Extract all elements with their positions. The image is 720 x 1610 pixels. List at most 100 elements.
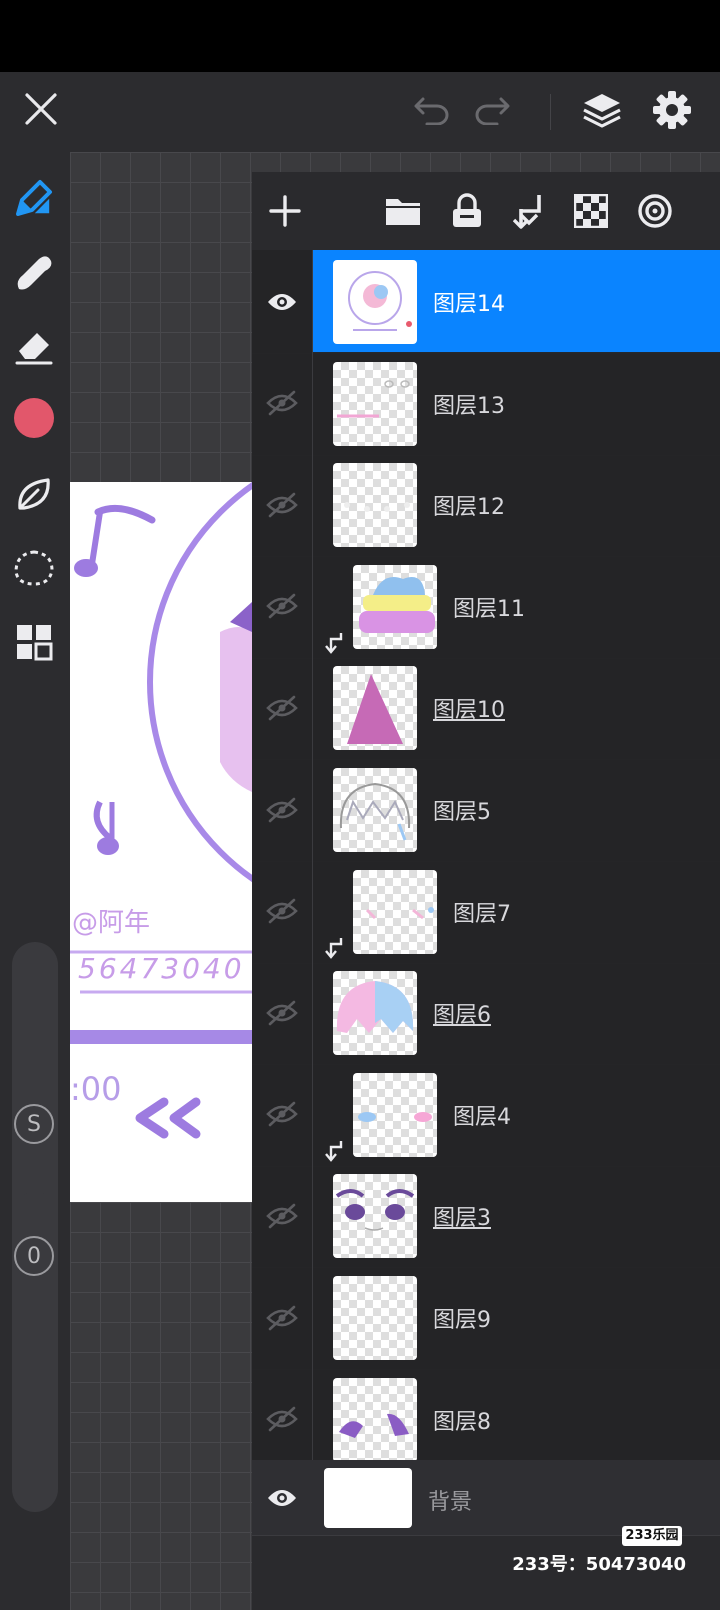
top-bar [0,72,720,152]
clipping-mask-arrow-icon [325,631,345,659]
layer-row-body[interactable]: 图层14 [313,250,720,353]
lasso-selection-icon[interactable] [8,542,60,594]
layer-row[interactable]: 图层10 [252,656,720,761]
settings-gear-icon[interactable] [648,86,696,134]
layer-name: 图层8 [433,1409,491,1435]
brush-opacity-label: 0 [14,1236,54,1276]
hidden-eye-icon[interactable] [252,453,313,557]
layer-thumbnail [353,1072,437,1157]
brush-icon[interactable] [8,172,60,224]
watermark-id-text: 233号：50473040 [512,1554,686,1575]
layer-row-body[interactable]: 图层11 [313,555,720,658]
hidden-eye-icon[interactable] [252,1266,313,1369]
layer-row-body[interactable]: 图层6 [313,961,720,1064]
background-layer-thumbnail [324,1468,412,1528]
layer-thumbnail [333,463,417,548]
layer-name: 图层7 [453,901,511,927]
layer-row-body[interactable]: 图层3 [313,1164,720,1267]
hidden-eye-icon[interactable] [252,859,313,963]
blend-mode-icon[interactable] [630,186,680,236]
layer-row[interactable]: 图层8 [252,1367,720,1472]
top-bar-divider [550,94,551,130]
layer-row-body[interactable]: 图层13 [313,352,720,455]
background-layer-row[interactable]: 背景 [252,1460,720,1536]
artwork-signature: @阿年 [72,908,151,938]
close-icon[interactable] [18,86,64,132]
undo-icon[interactable] [410,88,454,132]
layer-row[interactable]: 图层12 [252,453,720,558]
layer-thumbnail [333,768,417,852]
layer-name: 图层4 [453,1104,511,1130]
layer-row[interactable]: 图层11 [252,554,720,659]
artwork-time: :00 [70,1070,122,1108]
layer-name: 图层12 [433,495,505,521]
hidden-eye-icon[interactable] [252,351,313,455]
redo-icon[interactable] [470,88,514,132]
layer-thumbnail [333,260,417,344]
grid-icon[interactable] [8,616,60,668]
hidden-eye-icon[interactable] [252,758,313,861]
layer-row[interactable]: 图层7 [252,859,720,964]
add-layer-icon[interactable] [260,186,310,236]
layer-name: 图层5 [433,800,491,825]
hidden-eye-icon[interactable] [252,1062,313,1166]
layer-thumbnail [333,361,417,446]
layer-row-body[interactable]: 图层12 [313,453,720,556]
background-layer-name: 背景 [428,1490,473,1515]
layer-name: 图层11 [453,596,525,622]
left-toolbar: S 0 [0,152,70,1610]
layer-row[interactable]: 图层4 [252,1062,720,1167]
layer-row[interactable]: 图层5 [252,758,720,862]
layer-name: 图层10 [433,698,505,724]
clipping-mask-arrow-icon [325,936,345,964]
layer-name: 图层13 [433,393,505,419]
layer-row[interactable]: 图层14 [252,250,720,354]
layer-name: 图层14 [433,292,505,317]
layer-thumbnail [333,1174,417,1259]
merge-down-icon[interactable] [504,186,554,236]
artwork-id-number: 56473040 [78,952,245,985]
layer-row-body[interactable]: 图层5 [313,758,720,861]
layer-row[interactable]: 图层3 [252,1164,720,1269]
visibility-eye-icon[interactable] [252,250,313,353]
layer-name: 图层9 [433,1308,491,1333]
lock-icon[interactable] [442,186,492,236]
brush-size-label: S [14,1104,54,1144]
eraser-icon[interactable] [8,320,60,372]
layer-thumbnail [333,971,417,1056]
layer-row-body[interactable]: 图层10 [313,656,720,759]
layer-row-body[interactable]: 图层4 [313,1063,720,1166]
layer-row[interactable]: 图层13 [252,351,720,456]
leaf-icon[interactable] [8,468,60,520]
layer-row-body[interactable]: 图层8 [313,1368,720,1471]
layer-name: 图层6 [433,1003,491,1029]
visibility-eye-icon[interactable] [252,1460,312,1536]
layer-thumbnail [333,666,417,751]
status-bar [0,0,720,72]
folder-icon[interactable] [378,186,428,236]
layer-row[interactable]: 图层6 [252,961,720,1066]
layer-thumbnail [333,1377,417,1462]
layers-panel: 图层14 图层13 图层12 图层11 图层10 图层5 图层7 图层6 图层4 图层3 图层9 图层… [252,172,720,1610]
layer-row[interactable]: 图层9 [252,1266,720,1370]
watermark-logo: 233乐园 [622,1526,682,1546]
color-swatch[interactable] [8,392,60,444]
layer-row-body[interactable]: 图层9 [313,1266,720,1369]
current-color-dot [14,398,54,438]
layer-thumbnail [333,1276,417,1360]
layers-panel-toolbar [252,172,720,250]
canvas-artwork[interactable]: @阿年 56473040 :00 [70,482,252,1202]
smudge-icon[interactable] [8,246,60,298]
checkerboard-icon[interactable] [566,186,616,236]
hidden-eye-icon[interactable] [252,961,313,1065]
hidden-eye-icon[interactable] [252,554,313,658]
layer-thumbnail [353,869,437,954]
layer-thumbnail [353,564,437,649]
layer-name: 图层3 [433,1206,491,1232]
layers-icon[interactable] [578,86,626,134]
hidden-eye-icon[interactable] [252,1164,313,1268]
clipping-mask-arrow-icon [325,1139,345,1167]
hidden-eye-icon[interactable] [252,1367,313,1471]
layer-row-body[interactable]: 图层7 [313,860,720,963]
hidden-eye-icon[interactable] [252,656,313,760]
